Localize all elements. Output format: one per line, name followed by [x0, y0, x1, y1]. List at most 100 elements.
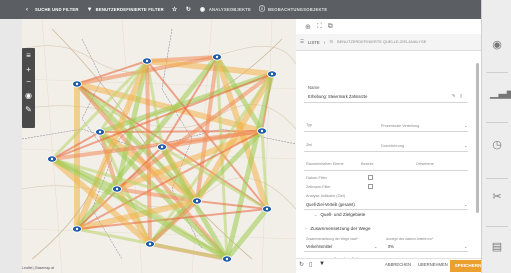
date-filter-checkbox[interactable]	[368, 175, 373, 180]
zoom-icon[interactable]: ⊕	[305, 23, 311, 31]
composition-label: Zusammensetzung der Wege nach*	[306, 237, 359, 241]
info-icon: ⓘ	[259, 6, 266, 13]
map-controls: ≡ + − ◉ ✎	[22, 48, 35, 128]
eye-icon	[115, 187, 119, 191]
eye-icon	[75, 227, 79, 231]
panel-toolbar: ⊕ ⛶ ⧉	[296, 19, 481, 34]
composition-select[interactable]: Verkehrsmittel	[306, 244, 332, 249]
indicator-label: Analyse-Indikator (Ziel)	[306, 194, 346, 198]
eye-icon	[195, 199, 199, 203]
chevron-down-icon[interactable]: ⌄	[464, 123, 467, 128]
search-filter-tab[interactable]: ‹ SUCHE UND FILTER	[26, 7, 79, 13]
name-field[interactable]: Erhebung: Steiermark Zahnarzte	[308, 94, 367, 99]
eye-icon: ◉	[199, 6, 206, 13]
rail-divider	[486, 72, 508, 73]
filter-icon[interactable]: ▼	[319, 261, 325, 267]
copy-icon[interactable]: ⧉	[328, 23, 333, 31]
zoom-in-icon[interactable]: +	[23, 65, 34, 75]
divider	[304, 170, 468, 171]
eye-icon[interactable]: ◉	[23, 91, 34, 101]
pencil-icon[interactable]: ✎	[23, 105, 34, 115]
chevron-left-icon: ‹	[26, 6, 29, 13]
report-icon[interactable]: ▤	[490, 240, 504, 254]
favorites-button[interactable]: ☆	[172, 7, 178, 13]
chevron-down-icon[interactable]: ⌄	[464, 202, 467, 207]
eye-icon[interactable]: ◉	[490, 38, 504, 52]
observation-objects-tab[interactable]: ⓘ BEOBACHTUNGSOBJEKTE	[259, 7, 327, 13]
eye-icon	[260, 129, 264, 133]
section-composition[interactable]: − Zusammensetzung der Wege	[305, 226, 371, 231]
breadcrumb-current: BENUTZERDEFINIERTE QUELLE-ZIELANALYSE	[337, 40, 427, 44]
rail-divider	[486, 226, 508, 227]
chevron-down-icon[interactable]: ⌄	[464, 143, 467, 148]
breadcrumb: ☰ LISTE › ⚙ BENUTZERDEFINIERTE QUELLE-ZI…	[296, 34, 481, 51]
eye-icon	[98, 130, 102, 134]
chevron-right-icon: ›	[323, 39, 326, 45]
divider	[304, 131, 468, 132]
map-canvas	[22, 19, 296, 273]
chevron-down-icon[interactable]: ⌄	[464, 244, 467, 249]
eye-icon	[265, 207, 269, 211]
name-label: Name	[308, 85, 320, 90]
eye-icon	[145, 59, 149, 63]
zoom-out-icon[interactable]: −	[23, 77, 34, 87]
refresh-button[interactable]: ↻	[186, 7, 192, 13]
clock-icon[interactable]: ◷	[490, 138, 504, 152]
refresh-icon[interactable]: ↻	[299, 261, 304, 268]
layers-icon[interactable]: ≡	[23, 51, 34, 61]
divider	[304, 251, 468, 252]
refresh-icon: ↻	[185, 6, 192, 13]
eye-icon	[75, 82, 79, 86]
share-select[interactable]: 0%	[388, 244, 394, 249]
analysis-objects-tab[interactable]: ◉ ANALYSEOBJEKTE	[200, 7, 251, 13]
target-label: Ziel	[306, 143, 313, 147]
map-credit: Leaflet | Basemap.at	[22, 266, 55, 270]
divider	[304, 151, 468, 152]
custom-filter-tab[interactable]: ▼ BENUTZERDEFINIERTE FILTER	[87, 7, 164, 13]
date-filter-label: Datum-Filter	[306, 176, 327, 180]
chevron-down-icon[interactable]: ⌄	[374, 244, 377, 249]
composition-right-label: Anzeige des starken Anteils nur*	[386, 237, 434, 241]
trash-icon[interactable]: ▯	[460, 93, 462, 98]
pencil-icon[interactable]: ✎	[452, 93, 455, 98]
rail-divider	[486, 178, 508, 179]
breadcrumb-list[interactable]: LISTE	[308, 40, 320, 45]
bar-chart-icon[interactable]: ▁▃▅	[490, 86, 511, 100]
section-source-target[interactable]: ⌄ Quell- und Zielgebiete	[314, 212, 365, 217]
eye-icon	[148, 242, 152, 246]
chevron-down-icon: ⌄	[314, 212, 318, 217]
analysis-form: Name Erhebung: Steiermark Zahnarzte ✎ ▯ …	[296, 51, 481, 273]
rail-divider	[486, 122, 508, 123]
apply-button[interactable]: UBERNEHMEN	[418, 262, 448, 267]
map-view[interactable]	[22, 19, 296, 273]
top-toolbar: ‹ SUCHE UND FILTER ▼ BENUTZERDEFINIERTE …	[0, 0, 481, 19]
star-icon: ☆	[171, 6, 178, 13]
spatial-level-right[interactable]: Ortsebene	[416, 162, 434, 166]
eye-icon	[270, 72, 274, 76]
spatial-level-label: Raumeinheiten Ebene	[306, 162, 344, 166]
type-label: Typ	[306, 123, 313, 127]
expand-icon[interactable]: ⛶	[317, 23, 322, 31]
indicator-select[interactable]: Quell-Ziel-Verteilt (gesamt)	[306, 202, 355, 207]
panel-scrollbar[interactable]	[476, 63, 479, 213]
eye-icon	[215, 55, 219, 59]
spatial-level-select[interactable]: Bezirke	[361, 162, 374, 166]
target-select[interactable]: Durchfuhrung	[381, 144, 404, 148]
eye-icon	[160, 145, 164, 149]
list-icon[interactable]: ☰	[300, 39, 304, 45]
filter-icon: ▼	[86, 6, 93, 13]
right-rail: ◉ ▁▃▅ ◷ ✂ ▤	[481, 0, 511, 273]
trash-icon[interactable]: ▯	[309, 261, 312, 268]
period-filter-label: Zeitraum-Filter	[306, 185, 331, 189]
eye-icon	[225, 257, 229, 261]
cancel-button[interactable]: ABBRECHEN	[385, 262, 411, 267]
side-panel: ⊕ ⛶ ⧉ ☰ LISTE › ⚙ BENUTZERDEFINIERTE QUE…	[296, 19, 481, 273]
divider	[304, 209, 468, 210]
chevron-up-icon: −	[305, 226, 308, 231]
type-select[interactable]: Prozentuale Verteilung	[381, 124, 419, 128]
eye-icon	[50, 157, 54, 161]
divider	[304, 102, 468, 103]
period-filter-checkbox[interactable]	[368, 184, 373, 189]
pie-icon[interactable]: ✂	[490, 190, 504, 204]
gear-icon: ⚙	[329, 39, 334, 44]
